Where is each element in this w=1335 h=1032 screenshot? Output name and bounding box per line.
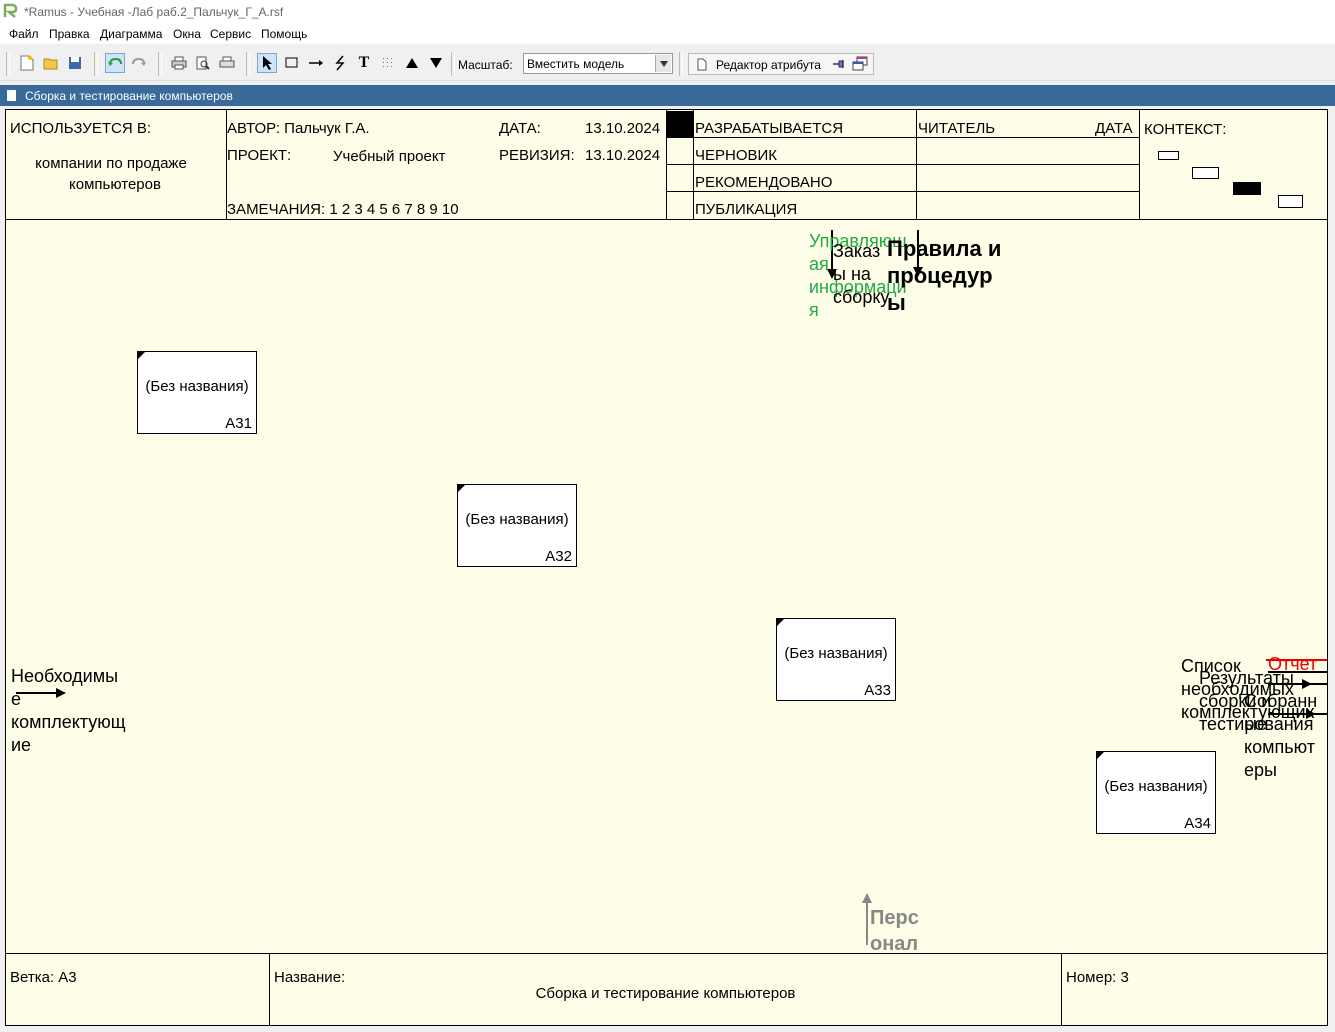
- function-box-a32[interactable]: (Без названия) A32: [457, 484, 577, 567]
- box-number: A34: [1184, 815, 1211, 832]
- document-icon: [7, 90, 16, 101]
- menu-bar: Файл Правка Диаграмма Окна Сервис Помощь: [0, 24, 1335, 44]
- diagram-name: Сборка и тестирование компьютеров: [535, 985, 796, 1002]
- box-name: (Без названия): [145, 378, 249, 395]
- box-corner: [138, 352, 145, 359]
- toolbar-separator: [94, 52, 98, 76]
- input-label[interactable]: Необходимы е комплектующ ие: [11, 665, 126, 757]
- menu-diagram[interactable]: Диаграмма: [100, 27, 162, 41]
- window-restore-icon[interactable]: [852, 56, 868, 72]
- toolbar-separator: [6, 52, 10, 76]
- pointer-icon[interactable]: [257, 53, 277, 73]
- open-icon[interactable]: [41, 53, 61, 73]
- zoom-label: Масштаб:: [458, 58, 513, 72]
- function-box-a33[interactable]: (Без названия) A33: [776, 618, 896, 701]
- arrows-layer: [16, 230, 1327, 945]
- zoom-select[interactable]: Вместить модель: [523, 53, 673, 74]
- node-label: Ветка: А3: [10, 969, 77, 986]
- zoom-select-value: Вместить модель: [527, 57, 625, 71]
- box-name: (Без названия): [784, 645, 888, 662]
- save-icon[interactable]: [65, 53, 85, 73]
- toolbar: T Масштаб: Вместить модель Редактор атри…: [0, 48, 1335, 81]
- box-number: A32: [545, 548, 572, 565]
- toolbar-separator: [679, 52, 683, 76]
- toolbar-separator: [246, 52, 250, 76]
- diagram-footer: Ветка: А3 Название: Сборка и тестировани…: [6, 953, 1327, 1026]
- footer-divider: [1061, 954, 1062, 1026]
- arrow-icon[interactable]: [306, 53, 326, 73]
- attr-editor-button[interactable]: Редактор атрибута: [688, 53, 874, 75]
- box-corner: [458, 485, 465, 492]
- toolbar-separator: [451, 52, 455, 76]
- text-icon[interactable]: T: [354, 53, 374, 73]
- up-icon[interactable]: [402, 53, 422, 73]
- undo-icon[interactable]: [105, 53, 125, 73]
- dots-icon[interactable]: [378, 53, 398, 73]
- box-name: (Без названия): [1104, 778, 1208, 795]
- squiggle-icon[interactable]: [330, 53, 350, 73]
- assembled-label[interactable]: Собранн ые компьют еры: [1244, 690, 1317, 782]
- redo-icon[interactable]: [129, 53, 149, 73]
- menu-file[interactable]: Файл: [9, 27, 39, 41]
- menu-help[interactable]: Помощь: [261, 27, 307, 41]
- pin-icon[interactable]: [832, 59, 846, 69]
- rules-label[interactable]: Правила и процедур ы: [887, 235, 1001, 316]
- box-corner: [1097, 752, 1104, 759]
- attr-editor-label: Редактор атрибута: [716, 58, 821, 72]
- rectangle-icon[interactable]: [282, 53, 302, 73]
- diagram-tab-title: Сборка и тестирование компьютеров: [25, 89, 233, 103]
- staff-label[interactable]: Перс онал: [870, 905, 919, 957]
- order-label[interactable]: Заказ ы на сборку: [833, 240, 889, 309]
- menu-windows[interactable]: Окна: [173, 27, 201, 41]
- diagram-tab[interactable]: Сборка и тестирование компьютеров: [0, 85, 1335, 106]
- ramus-logo-icon: [3, 3, 18, 18]
- new-icon[interactable]: [17, 53, 37, 73]
- name-label: Название:: [274, 969, 346, 986]
- box-number: A31: [225, 415, 252, 432]
- staff-arrowhead: [862, 893, 872, 903]
- title-bar: *Ramus - Учебная -Лаб раб.2_Пальчук_Г_А.…: [0, 0, 1335, 24]
- menu-edit[interactable]: Правка: [49, 27, 90, 41]
- window-title: *Ramus - Учебная -Лаб раб.2_Пальчук_Г_А.…: [24, 5, 284, 19]
- box-corner: [777, 619, 784, 626]
- function-box-a31[interactable]: (Без названия) A31: [137, 351, 257, 434]
- box-number: A33: [864, 682, 891, 699]
- down-icon[interactable]: [426, 53, 446, 73]
- toolbar-separator: [158, 52, 162, 76]
- box-name: (Без названия): [465, 511, 569, 528]
- diagram-canvas[interactable]: ИСПОЛЬЗУЕТСЯ В: компании по продаже комп…: [5, 109, 1328, 1026]
- page-setup-icon[interactable]: [217, 53, 237, 73]
- function-box-a34[interactable]: (Без названия) A34: [1096, 751, 1216, 834]
- menu-service[interactable]: Сервис: [210, 27, 251, 41]
- document-icon: [697, 58, 707, 71]
- print-preview-icon[interactable]: [193, 53, 213, 73]
- number-label: Номер: 3: [1066, 969, 1129, 986]
- chevron-down-icon[interactable]: [655, 55, 671, 72]
- print-icon[interactable]: [169, 53, 189, 73]
